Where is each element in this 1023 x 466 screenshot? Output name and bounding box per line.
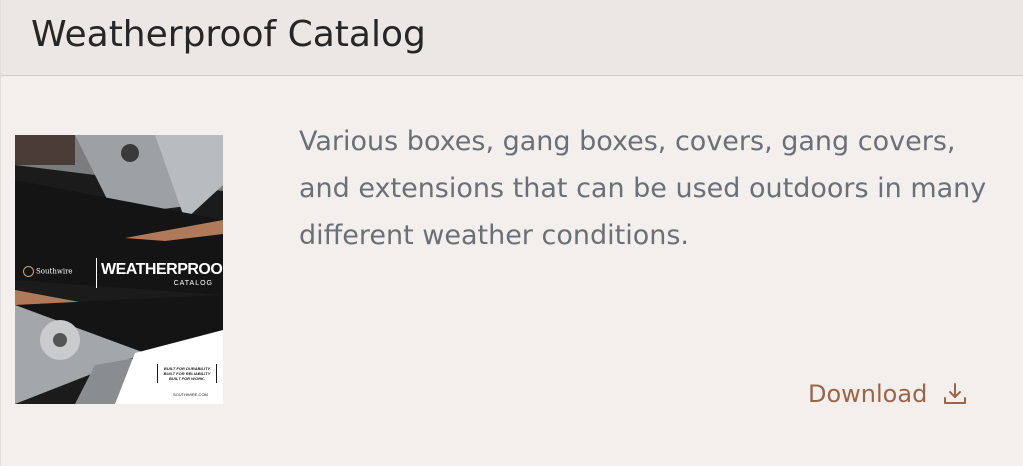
card-header: Weatherproof Catalog — [1, 0, 1023, 76]
cover-title: WEATHERPROOF — [101, 261, 223, 278]
cover-tagline: BUILT FOR DURABILITY BUILT FOR RELIABILI… — [157, 364, 217, 383]
cover-url: SOUTHWIRE.COM — [173, 392, 208, 397]
cover-divider — [96, 258, 97, 288]
cover-subtitle: CATALOG — [173, 280, 213, 287]
download-label: Download — [808, 380, 928, 408]
catalog-card: Weatherproof Catalog Southwire WEATHERPR… — [0, 0, 1023, 466]
catalog-title: Weatherproof Catalog — [31, 14, 426, 55]
cover-brand: Southwire — [23, 266, 73, 277]
catalog-cover-image[interactable]: Southwire WEATHERPROOF CATALOG BUILT FOR… — [15, 135, 223, 404]
cover-brand-name: Southwire — [36, 267, 73, 276]
download-icon[interactable] — [941, 380, 969, 408]
download-link[interactable]: Download — [808, 380, 969, 408]
southwire-logo-icon — [23, 266, 34, 277]
cover-tagline-line: BUILT FOR WORK. — [169, 376, 205, 381]
catalog-description: Various boxes, gang boxes, covers, gang … — [299, 126, 987, 251]
